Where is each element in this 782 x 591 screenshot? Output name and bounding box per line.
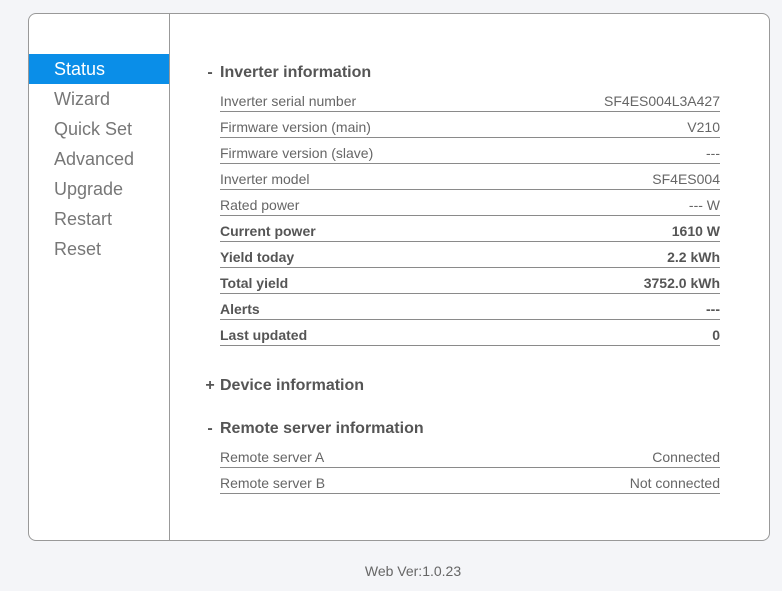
sidebar-item-quick-set[interactable]: Quick Set [29,114,169,144]
row-label: Alerts [220,301,260,317]
sidebar-nav: Status Wizard Quick Set Advanced Upgrade… [29,54,169,264]
row-value: 1610 W [671,223,720,239]
sidebar: Status Wizard Quick Set Advanced Upgrade… [29,14,170,540]
inverter-section: - Inverter information Inverter serial n… [170,60,730,346]
section-title: Device information [220,377,365,394]
row-value: V210 [687,119,720,135]
row-label: Last updated [220,327,308,343]
table-row: Remote server A Connected [220,442,720,468]
sidebar-item-advanced[interactable]: Advanced [29,144,169,174]
device-section: + Device information [170,373,730,399]
table-row: Remote server B Not connected [220,468,720,494]
table-row: Alerts --- [220,294,720,320]
collapse-toggle[interactable]: - [203,416,217,442]
inverter-section-header[interactable]: - Inverter information [170,60,730,86]
table-row: Firmware version (main) V210 [220,112,720,138]
row-value: 3752.0 kWh [643,275,720,291]
table-row: Inverter model SF4ES004 [220,164,720,190]
section-title: Inverter information [220,64,372,81]
row-value: --- [706,301,720,317]
row-label: Current power [220,223,316,239]
remote-table: Remote server A Connected Remote server … [220,442,720,494]
row-label: Inverter serial number [220,93,357,109]
row-label: Yield today [220,249,295,265]
sidebar-item-upgrade[interactable]: Upgrade [29,174,169,204]
collapse-toggle[interactable]: - [203,60,217,86]
table-row: Firmware version (slave) --- [220,138,720,164]
sidebar-item-wizard[interactable]: Wizard [29,84,169,114]
row-value: Not connected [629,475,720,491]
section-title: Remote server information [220,420,424,437]
row-label: Inverter model [220,171,310,187]
main-frame: Status Wizard Quick Set Advanced Upgrade… [28,13,770,541]
web-version: Web Ver:1.0.23 [364,563,462,579]
table-row: Last updated 0 [220,320,720,346]
table-row: Yield today 2.2 kWh [220,242,720,268]
remote-section: - Remote server information Remote serve… [170,416,730,494]
row-value: SF4ES004L3A427 [604,93,720,109]
expand-toggle[interactable]: + [203,373,217,399]
remote-section-header[interactable]: - Remote server information [170,416,730,442]
row-value: 0 [712,327,720,343]
row-value: --- [706,145,720,161]
table-row: Rated power --- W [220,190,720,216]
table-row: Inverter serial number SF4ES004L3A427 [220,86,720,112]
row-label: Total yield [220,275,289,291]
row-value: Connected [652,449,720,465]
table-row: Current power 1610 W [220,216,720,242]
row-label: Firmware version (slave) [220,145,374,161]
row-value: --- W [688,197,720,213]
device-section-header[interactable]: + Device information [170,373,730,399]
table-row: Total yield 3752.0 kWh [220,268,720,294]
row-label: Rated power [220,197,300,213]
row-label: Remote server B [220,475,326,491]
sidebar-item-reset[interactable]: Reset [29,234,169,264]
row-label: Remote server A [220,449,325,465]
row-label: Firmware version (main) [220,119,371,135]
sidebar-item-restart[interactable]: Restart [29,204,169,234]
row-value: SF4ES004 [652,171,720,187]
inverter-table: Inverter serial number SF4ES004L3A427 Fi… [220,86,720,346]
row-value: 2.2 kWh [667,249,720,265]
sidebar-item-status[interactable]: Status [29,54,169,84]
content-area: - Inverter information Inverter serial n… [170,14,769,540]
